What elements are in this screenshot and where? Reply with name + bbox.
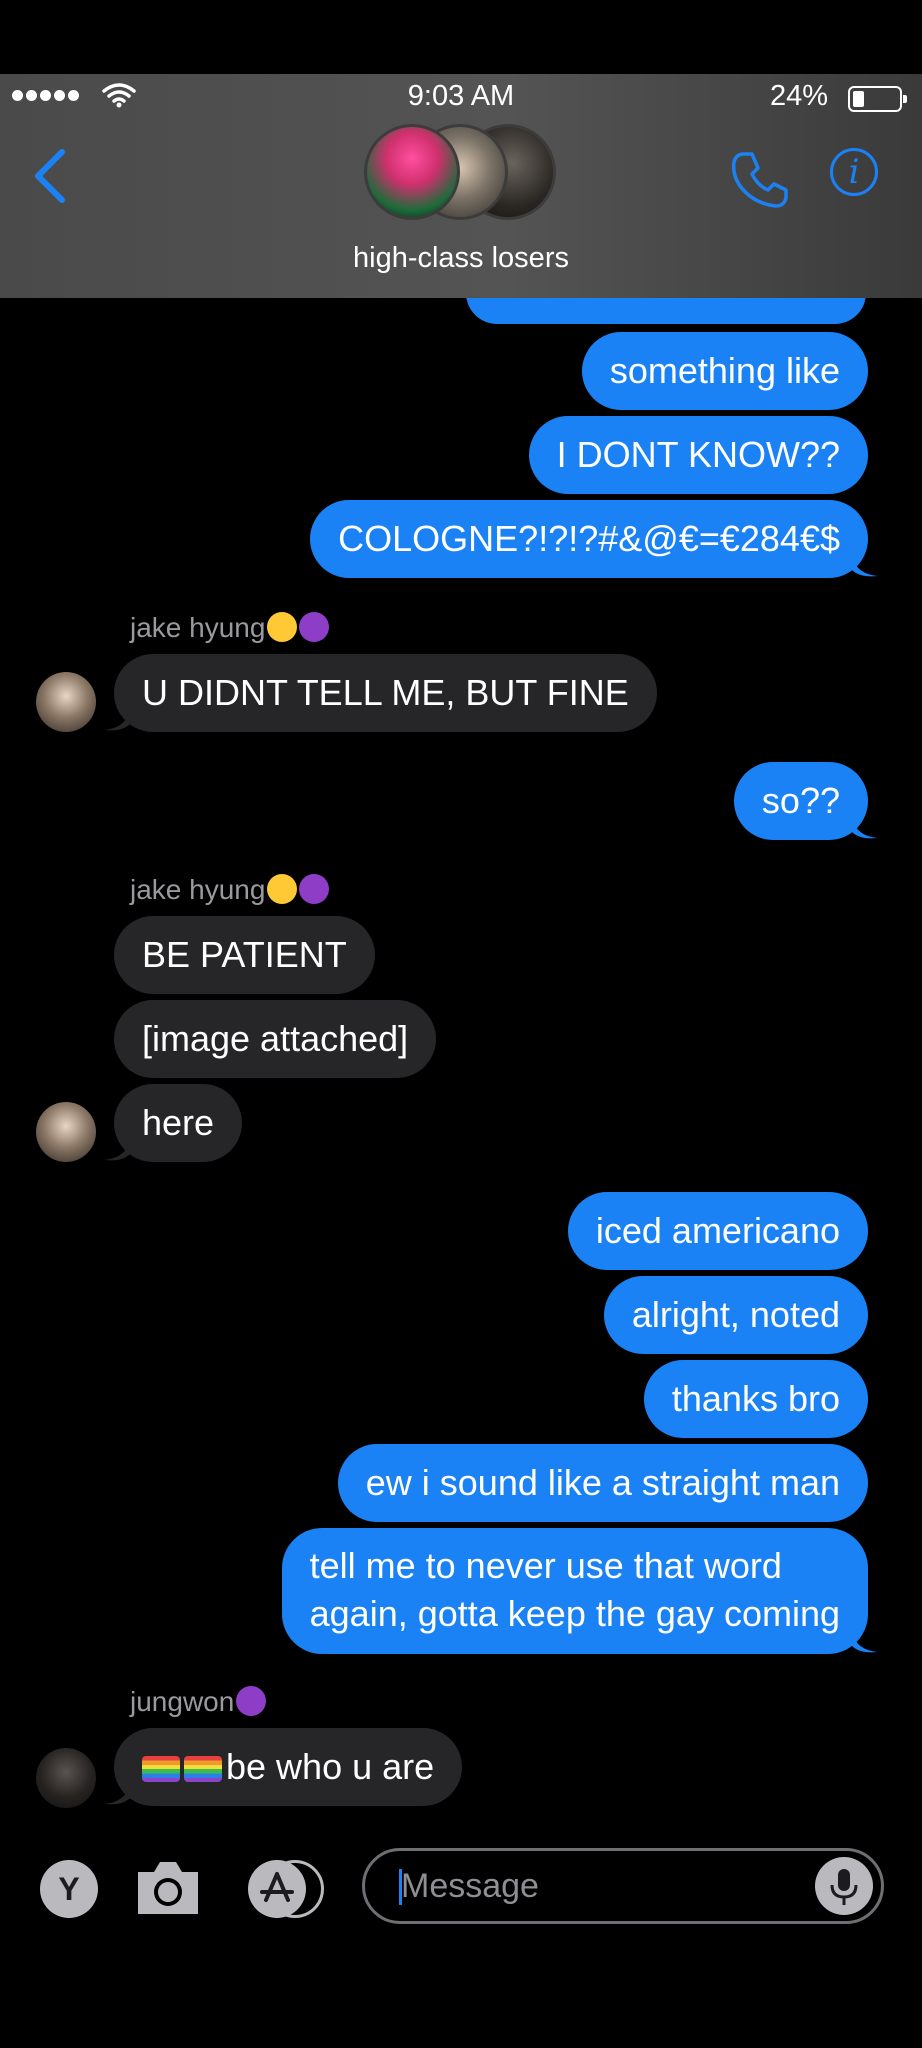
devil-emoji bbox=[236, 1686, 267, 1716]
bubble-tail bbox=[852, 818, 878, 839]
message-bubble: U DIDNT TELL ME, BUT FINE bbox=[114, 654, 657, 732]
sender-name: jake hyung bbox=[130, 874, 330, 906]
avatar[interactable] bbox=[36, 1102, 96, 1162]
bubble-tail bbox=[104, 1784, 130, 1805]
message-bubble: so?? bbox=[733, 762, 868, 840]
message-placeholder: Message bbox=[401, 1867, 539, 1905]
message-bubble: I DONT KNOW?? bbox=[528, 416, 868, 494]
y-app-button[interactable]: Y bbox=[40, 1860, 98, 1918]
message-bubble: thanks bro bbox=[643, 1360, 868, 1438]
avatar bbox=[364, 124, 460, 220]
battery-percent: 24% bbox=[769, 80, 828, 112]
message-bubble: ew i sound like a straight man bbox=[337, 1444, 868, 1522]
devil-emoji bbox=[299, 612, 330, 642]
status-bar: 9:03 AM 24% bbox=[0, 74, 922, 120]
angel-emoji bbox=[267, 874, 298, 904]
bubble-tail bbox=[104, 710, 130, 731]
bubble-tail bbox=[104, 1140, 130, 1161]
message-bubble: tell me to never use that word again, got… bbox=[281, 1528, 868, 1654]
avatar[interactable] bbox=[36, 672, 96, 732]
message-line: again, gotta keep the gay coming bbox=[309, 1593, 840, 1634]
camera-icon[interactable] bbox=[134, 1858, 202, 1918]
info-icon[interactable]: i bbox=[830, 148, 878, 196]
top-black-band bbox=[0, 0, 922, 74]
bubble-tail bbox=[852, 1632, 878, 1653]
bubble-tail bbox=[852, 556, 878, 577]
message-bubble: BE PATIENT bbox=[114, 916, 375, 994]
message-text: be who u are bbox=[226, 1746, 435, 1787]
message-bubble: here bbox=[114, 1084, 243, 1162]
app-store-button[interactable] bbox=[248, 1860, 326, 1918]
devil-emoji bbox=[299, 874, 330, 904]
group-avatar-stack[interactable] bbox=[364, 124, 564, 224]
rainbow-flag-emoji bbox=[142, 1756, 180, 1782]
message-bubble: iced americano bbox=[567, 1192, 868, 1270]
message-bubble: COLOGNE?!?!?#&@€=€284€$ bbox=[310, 500, 868, 578]
group-name[interactable]: high-class losers bbox=[0, 242, 922, 275]
avatar[interactable] bbox=[36, 1748, 96, 1808]
composer-toolbar: Y Message bbox=[0, 1832, 922, 1942]
chevron-left-icon[interactable] bbox=[28, 146, 70, 206]
message-input[interactable]: Message bbox=[362, 1848, 884, 1924]
battery-icon bbox=[848, 86, 907, 112]
sender-name: jungwon bbox=[130, 1686, 267, 1718]
sender-name: jake hyung bbox=[130, 612, 330, 644]
message-bubble: alright, noted bbox=[603, 1276, 868, 1354]
phone-icon[interactable] bbox=[730, 150, 790, 210]
message-line: tell me to never use that word bbox=[309, 1545, 782, 1586]
rainbow-flag-emoji bbox=[184, 1756, 222, 1782]
conversation-header: 9:03 AM 24% high-class losers i bbox=[0, 74, 922, 298]
text-caret bbox=[399, 1869, 402, 1905]
angel-emoji bbox=[267, 612, 298, 642]
microphone-icon[interactable] bbox=[815, 1857, 873, 1915]
message-bubble: something like bbox=[581, 332, 868, 410]
message-bubble: be who u are bbox=[114, 1728, 463, 1806]
app-store-icon bbox=[248, 1860, 306, 1918]
message-bubble: [image attached] bbox=[114, 1000, 437, 1078]
